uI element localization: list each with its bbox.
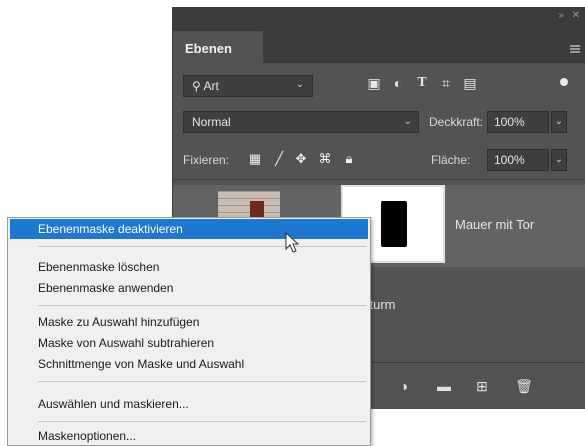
opacity-value: 100% <box>494 115 525 129</box>
shape-filter-icon[interactable]: ⌗ <box>437 74 455 92</box>
trash-icon[interactable]: 🗑︎ <box>515 377 533 395</box>
menu-item-label: Maskenoptionen... <box>38 429 137 443</box>
menu-separator <box>38 381 366 382</box>
menu-item-select-and-mask[interactable]: Auswählen und maskieren... <box>10 394 368 414</box>
close-icon[interactable]: ✕ <box>572 10 580 22</box>
lock-label: Fixieren: <box>183 153 230 167</box>
menu-item-label: Maske von Auswahl subtrahieren <box>38 336 215 350</box>
menu-separator <box>38 421 366 422</box>
folder-icon[interactable]: ▬ <box>435 377 453 395</box>
lock-position-icon[interactable]: ✥ <box>293 151 309 167</box>
adjustment-layer-icon[interactable]: ◑ <box>395 377 413 395</box>
layer-name: Mauer mit Tor <box>455 217 535 232</box>
new-layer-icon[interactable]: ⊞ <box>473 377 491 395</box>
menu-item-label: Ebenenmaske anwenden <box>38 281 174 295</box>
fill-value: 100% <box>494 153 525 167</box>
panel-menu-icon[interactable] <box>570 45 580 53</box>
mask-shape <box>381 201 407 247</box>
blend-row: Normal ⌄ Deckkraft: 100% ⌄ <box>173 107 585 137</box>
adjustment-filter-icon[interactable]: ◐ <box>389 74 407 92</box>
menu-item-label: Schnittmenge von Maske und Auswahl <box>38 357 245 371</box>
fill-field[interactable]: 100% <box>487 149 549 171</box>
filter-row: ⚲ Art ⌄ ▣ ◐ T ⌗ ▤ <box>173 69 585 99</box>
tab-layers-label: Ebenen <box>185 41 232 56</box>
filter-toggle-icon[interactable] <box>560 78 568 86</box>
opacity-field[interactable]: 100% <box>487 111 549 133</box>
filter-type-value: ⚲ Art <box>192 79 219 93</box>
menu-item-delete-layer-mask[interactable]: Ebenenmaske löschen <box>10 257 368 277</box>
tab-layers[interactable]: Ebenen <box>173 31 263 63</box>
menu-separator <box>38 305 366 306</box>
menu-item-disable-layer-mask[interactable]: Ebenenmaske deaktivieren <box>10 219 368 239</box>
menu-item-intersect-mask-with-selection[interactable]: Schnittmenge von Maske und Auswahl <box>10 354 368 374</box>
blend-mode-select[interactable]: Normal ⌄ <box>183 111 419 133</box>
panel-title-bar: » ✕ <box>173 7 585 27</box>
menu-item-add-mask-to-selection[interactable]: Maske zu Auswahl hinzufügen <box>10 312 368 332</box>
context-menu: Ebenenmaske deaktivieren Ebenenmaske lös… <box>7 217 371 446</box>
menu-item-mask-options[interactable]: Maskenoptionen... <box>10 426 368 446</box>
menu-item-apply-layer-mask[interactable]: Ebenenmaske anwenden <box>10 278 368 298</box>
panel-tabstrip: Ebenen <box>173 27 585 63</box>
type-filter-icon[interactable]: T <box>413 74 431 92</box>
blend-mode-value: Normal <box>192 115 231 129</box>
opacity-label: Deckkraft: <box>429 115 484 129</box>
menu-item-label: Ebenenmaske deaktivieren <box>38 222 183 236</box>
lock-artboard-icon[interactable]: ⌘ <box>317 151 333 167</box>
lock-transparent-icon[interactable]: ▦ <box>247 151 263 167</box>
menu-item-subtract-mask-from-selection[interactable]: Maske von Auswahl subtrahieren <box>10 333 368 353</box>
divider <box>173 179 585 180</box>
menu-item-label: Ebenenmaske löschen <box>38 260 160 274</box>
menu-item-label: Auswählen und maskieren... <box>38 397 189 411</box>
chevron-down-icon: ⌄ <box>403 116 412 127</box>
mouse-cursor-icon <box>285 232 300 253</box>
lock-image-icon[interactable]: ╱ <box>271 151 287 167</box>
lock-all-icon[interactable]: 🔒︎ <box>341 151 357 167</box>
smart-object-filter-icon[interactable]: ▤ <box>461 74 479 92</box>
fill-dropdown[interactable]: ⌄ <box>551 149 567 171</box>
menu-item-label: Maske zu Auswahl hinzufügen <box>38 315 200 329</box>
menu-separator <box>38 246 366 247</box>
fill-label: Fläche: <box>431 153 471 167</box>
chevron-down-icon: ⌄ <box>295 79 304 90</box>
collapse-icon[interactable]: » <box>558 10 564 22</box>
opacity-dropdown[interactable]: ⌄ <box>551 111 567 133</box>
image-filter-icon[interactable]: ▣ <box>365 74 383 92</box>
lock-row: Fixieren: ▦ ╱ ✥ ⌘ 🔒︎ Fläche: 100% ⌄ <box>173 145 585 175</box>
filter-type-select[interactable]: ⚲ Art ⌄ <box>183 75 313 97</box>
